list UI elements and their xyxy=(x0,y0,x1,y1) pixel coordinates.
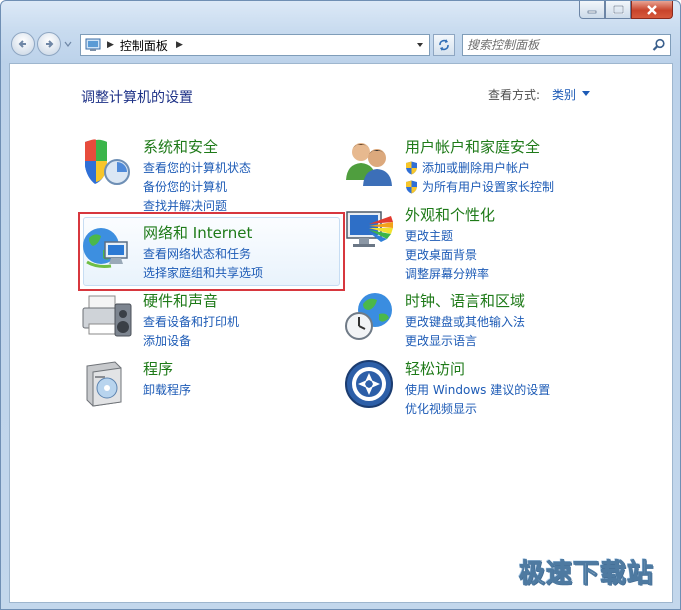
category-title-ease-of-access[interactable]: 轻松访问 xyxy=(405,358,465,379)
forward-arrow-icon xyxy=(46,40,54,48)
link-add-device[interactable]: 添加设备 xyxy=(143,331,239,350)
appearance-monitor-icon xyxy=(346,211,393,247)
link-uninstall-program[interactable]: 卸载程序 xyxy=(143,380,191,399)
link-text[interactable]: 为所有用户设置家长控制 xyxy=(422,178,554,195)
category-title-network[interactable]: 网络和 Internet xyxy=(143,222,252,243)
link-change-display-language[interactable]: 更改显示语言 xyxy=(405,331,525,350)
search-box[interactable] xyxy=(462,34,671,56)
caption-buttons xyxy=(579,1,673,19)
maximize-button[interactable] xyxy=(605,1,631,19)
content-pane: 调整计算机的设置 查看方式: 类别 系统和安全 查看您的计算机状态 备份您的计算… xyxy=(9,63,673,603)
address-dropdown-icon[interactable] xyxy=(415,39,425,51)
recent-pages-dropdown-icon[interactable] xyxy=(64,41,72,47)
back-button[interactable] xyxy=(11,32,35,56)
site-watermark: 极速下载站 xyxy=(518,559,654,590)
link-text[interactable]: 添加或删除用户帐户 xyxy=(422,159,530,176)
close-icon xyxy=(647,4,657,15)
security-shield-icon xyxy=(85,139,130,185)
link-homegroup-sharing[interactable]: 选择家庭组和共享选项 xyxy=(143,263,263,282)
link-change-theme[interactable]: 更改主题 xyxy=(405,226,489,245)
clock-globe-icon xyxy=(345,293,392,340)
category-title-hardware[interactable]: 硬件和声音 xyxy=(143,290,218,311)
refresh-button[interactable] xyxy=(433,34,455,56)
ease-of-access-icon xyxy=(345,360,393,408)
link-view-computer-status[interactable]: 查看您的计算机状态 xyxy=(143,158,251,177)
control-panel-icon xyxy=(85,38,101,51)
link-windows-recommended-settings[interactable]: 使用 Windows 建议的设置 xyxy=(405,380,550,399)
category-title-clock-region[interactable]: 时钟、语言和区域 xyxy=(405,290,525,311)
category-title-user-accounts[interactable]: 用户帐户和家庭安全 xyxy=(405,136,540,157)
minimize-button[interactable] xyxy=(579,1,605,19)
view-by-label: 查看方式: xyxy=(488,88,541,102)
back-arrow-icon xyxy=(18,40,26,48)
address-bar[interactable]: ▶ 控制面板 ▶ xyxy=(80,34,430,56)
breadcrumb-control-panel[interactable]: 控制面板 xyxy=(120,37,168,54)
link-change-keyboard[interactable]: 更改键盘或其他输入法 xyxy=(405,312,525,331)
link-devices-printers[interactable]: 查看设备和打印机 xyxy=(143,312,239,331)
programs-box-icon xyxy=(86,361,122,407)
link-add-remove-accounts[interactable]: 添加或删除用户帐户 xyxy=(405,158,554,177)
category-title-programs[interactable]: 程序 xyxy=(143,358,173,379)
breadcrumb-separator-icon[interactable]: ▶ xyxy=(176,40,183,50)
link-view-network-status[interactable]: 查看网络状态和任务 xyxy=(143,244,263,263)
users-icon xyxy=(346,143,392,186)
uac-shield-icon xyxy=(406,161,417,174)
navigation-buttons xyxy=(11,32,72,56)
control-panel-window: ▶ 控制面板 ▶ 调整计算机的设置 查看方式: 类别 系统和安全 xyxy=(0,0,681,610)
link-parental-controls[interactable]: 为所有用户设置家长控制 xyxy=(405,177,554,196)
category-title-system-security[interactable]: 系统和安全 xyxy=(143,136,218,157)
forward-button[interactable] xyxy=(37,32,61,56)
printer-icon xyxy=(82,295,132,337)
breadcrumb-separator-icon[interactable]: ▶ xyxy=(107,40,114,50)
link-optimize-visual-display[interactable]: 优化视频显示 xyxy=(405,399,550,418)
chevron-down-icon[interactable] xyxy=(582,91,590,96)
refresh-icon xyxy=(439,39,449,51)
search-icon[interactable] xyxy=(652,38,666,52)
link-adjust-resolution[interactable]: 调整屏幕分辨率 xyxy=(405,264,489,283)
search-input[interactable] xyxy=(467,37,647,53)
network-globe-icon xyxy=(83,228,128,268)
page-title: 调整计算机的设置 xyxy=(81,90,193,106)
link-change-background[interactable]: 更改桌面背景 xyxy=(405,245,489,264)
maximize-icon xyxy=(612,5,624,14)
category-title-appearance[interactable]: 外观和个性化 xyxy=(405,204,495,225)
view-by-dropdown[interactable]: 类别 xyxy=(552,86,576,103)
uac-shield-icon xyxy=(406,180,417,193)
close-button[interactable] xyxy=(631,1,673,19)
link-backup-computer[interactable]: 备份您的计算机 xyxy=(143,177,251,196)
minimize-icon xyxy=(587,10,597,13)
